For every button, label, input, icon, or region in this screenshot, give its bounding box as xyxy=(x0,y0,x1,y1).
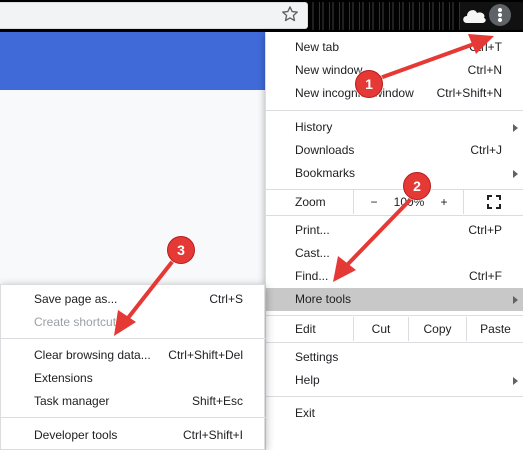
edit-label: Edit xyxy=(295,322,316,336)
menu-item-cast[interactable]: Cast... xyxy=(266,242,523,265)
submenu-item-task-manager[interactable]: Task manager Shift+Esc xyxy=(1,390,266,413)
menu-item-shortcut: Ctrl+N xyxy=(467,63,502,77)
step-badge-2: 2 xyxy=(403,172,431,200)
submenu-divider xyxy=(1,417,266,418)
submenu-item-developer-tools[interactable]: Developer tools Ctrl+Shift+I xyxy=(1,424,266,447)
menu-item-label: Cast... xyxy=(295,246,330,260)
more-tools-submenu: Save page as... Ctrl+S Create shortcut..… xyxy=(0,284,266,450)
menu-item-new-tab[interactable]: New tab Ctrl+T xyxy=(266,36,523,59)
cut-button[interactable]: Cut xyxy=(353,317,408,341)
menu-item-help[interactable]: Help xyxy=(266,369,523,392)
browser-toolbar xyxy=(0,0,523,32)
menu-item-label: New tab xyxy=(295,40,340,54)
menu-item-label: Downloads xyxy=(295,143,355,157)
fullscreen-icon xyxy=(487,195,501,209)
star-icon[interactable] xyxy=(280,4,300,24)
submenu-item-create-shortcut: Create shortcut... xyxy=(1,311,266,334)
menu-item-bookmarks[interactable]: Bookmarks xyxy=(266,162,523,185)
menu-item-shortcut: Ctrl+Shift+N xyxy=(436,86,502,100)
submenu-divider xyxy=(1,338,266,339)
menu-item-settings[interactable]: Settings xyxy=(266,346,523,369)
submenu-item-clear-browsing-data[interactable]: Clear browsing data... Ctrl+Shift+Del xyxy=(1,344,266,367)
menu-item-label: Help xyxy=(295,373,320,387)
chrome-main-menu: New tab Ctrl+T New window Ctrl+N New inc… xyxy=(265,32,523,450)
menu-item-more-tools[interactable]: More tools xyxy=(266,288,523,311)
menu-divider xyxy=(266,315,523,316)
submenu-item-label: Create shortcut... xyxy=(34,315,127,329)
submenu-item-shortcut: Ctrl+Shift+Del xyxy=(168,348,243,362)
fullscreen-button[interactable] xyxy=(463,190,523,214)
menu-item-label: Exit xyxy=(295,406,316,420)
submenu-arrow-icon xyxy=(513,124,518,132)
submenu-item-label: Task manager xyxy=(34,394,110,408)
paste-button[interactable]: Paste xyxy=(466,317,523,341)
submenu-arrow-icon xyxy=(513,170,518,178)
kebab-menu-icon[interactable] xyxy=(489,4,511,26)
menu-item-label: Find... xyxy=(295,269,329,283)
submenu-item-label: Developer tools xyxy=(34,428,118,442)
menu-item-new-window[interactable]: New window Ctrl+N xyxy=(266,59,523,82)
zoom-out-button[interactable]: − xyxy=(364,190,384,214)
menu-item-downloads[interactable]: Downloads Ctrl+J xyxy=(266,139,523,162)
menu-item-label: More tools xyxy=(295,292,352,306)
zoom-label: Zoom xyxy=(295,195,326,209)
menu-divider xyxy=(266,215,523,216)
zoom-in-button[interactable]: + xyxy=(434,190,454,214)
menu-item-label: History xyxy=(295,120,333,134)
submenu-item-extensions[interactable]: Extensions xyxy=(1,367,266,390)
zoom-row: Zoom − 100% + xyxy=(266,190,523,214)
submenu-item-label: Clear browsing data... xyxy=(34,348,151,362)
menu-divider xyxy=(266,110,523,111)
menu-item-label: Bookmarks xyxy=(295,166,356,180)
submenu-item-shortcut: Ctrl+S xyxy=(209,292,243,306)
menu-item-label: Print... xyxy=(295,223,330,237)
menu-item-find[interactable]: Find... Ctrl+F xyxy=(266,265,523,288)
submenu-item-save-page[interactable]: Save page as... Ctrl+S xyxy=(1,288,266,311)
menu-item-history[interactable]: History xyxy=(266,116,523,139)
edit-row: Edit Cut Copy Paste xyxy=(266,317,523,341)
step-badge-3: 3 xyxy=(167,236,195,264)
menu-item-label: New window xyxy=(295,63,363,77)
submenu-item-label: Save page as... xyxy=(34,292,118,306)
submenu-item-shortcut: Shift+Esc xyxy=(191,394,243,408)
menu-item-shortcut: Ctrl+P xyxy=(468,223,502,237)
copy-button[interactable]: Copy xyxy=(408,317,466,341)
menu-item-new-incognito[interactable]: New incognito window Ctrl+Shift+N xyxy=(266,82,523,105)
menu-item-shortcut: Ctrl+J xyxy=(470,143,502,157)
menu-item-exit[interactable]: Exit xyxy=(266,402,523,425)
menu-item-print[interactable]: Print... Ctrl+P xyxy=(266,219,523,242)
submenu-item-shortcut: Ctrl+Shift+I xyxy=(182,428,243,442)
menu-divider xyxy=(266,396,523,397)
step-badge-1: 1 xyxy=(355,70,383,98)
menu-item-label: Settings xyxy=(295,350,339,364)
cloud-icon[interactable] xyxy=(461,6,487,24)
submenu-arrow-icon xyxy=(513,296,518,304)
page-banner xyxy=(0,32,265,90)
menu-divider xyxy=(266,342,523,343)
address-bar[interactable] xyxy=(0,2,308,29)
submenu-arrow-icon xyxy=(513,377,518,385)
submenu-item-label: Extensions xyxy=(34,371,93,385)
menu-item-shortcut: Ctrl+T xyxy=(469,40,502,54)
menu-item-shortcut: Ctrl+F xyxy=(469,269,502,283)
